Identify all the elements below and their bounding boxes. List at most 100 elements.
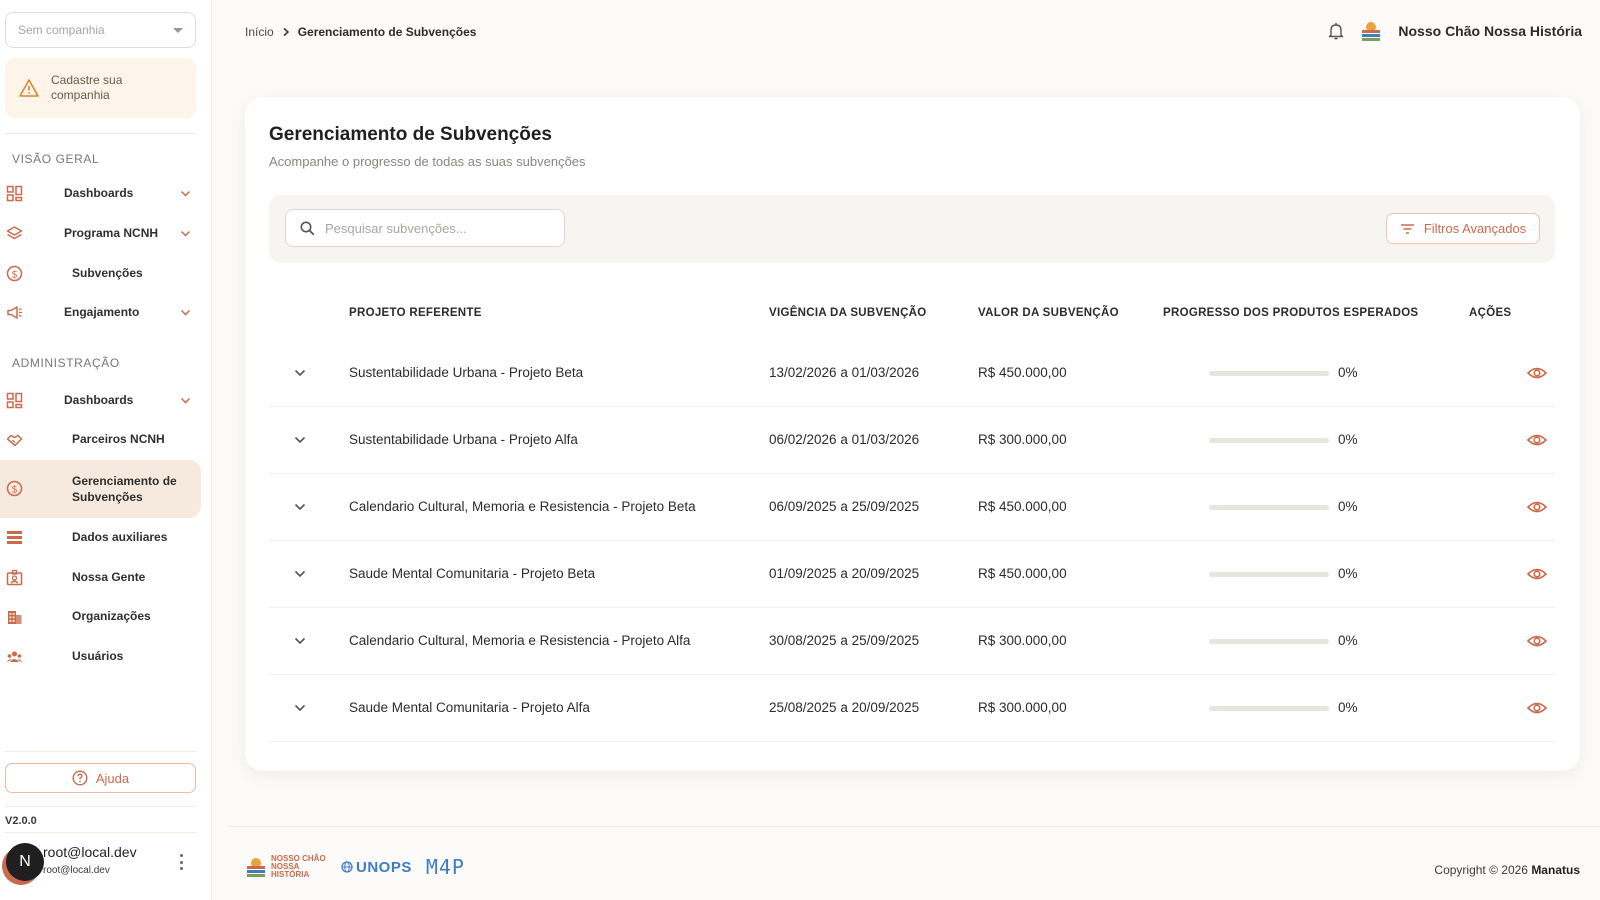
page-title: Gerenciamento de Subvenções <box>269 124 552 145</box>
section-title-admin: ADMINISTRAÇÃO <box>12 356 120 370</box>
divider <box>5 133 196 134</box>
progress-label: 0% <box>1338 432 1358 447</box>
list-icon <box>7 531 22 544</box>
user-profile[interactable]: N root@local.dev root@local.dev <box>5 842 205 890</box>
column-header-validity[interactable]: VIGÊNCIA DA SUBVENÇÃO <box>769 307 927 319</box>
nav-item-dados-auxiliares[interactable]: Dados auxiliares <box>0 520 200 554</box>
cell-project: Saude Mental Comunitaria - Projeto Beta <box>349 566 596 581</box>
search-box[interactable] <box>285 209 565 247</box>
table-row[interactable]: Saude Mental Comunitaria - Projeto Beta 0… <box>269 541 1555 608</box>
advanced-filters-button[interactable]: Filtros Avançados <box>1386 213 1540 244</box>
cell-validity: 13/02/2026 a 01/03/2026 <box>769 365 920 380</box>
cell-value: R$ 300.000,00 <box>978 432 1067 447</box>
id-badge-icon <box>6 569 23 586</box>
progress-bar <box>1209 706 1329 711</box>
nav-item-gerenciamento-subvencoes[interactable]: $ Gerenciamento de Subvenções <box>0 460 201 518</box>
eye-icon[interactable] <box>1527 432 1547 448</box>
chevron-down-icon[interactable] <box>294 637 306 645</box>
column-header-project[interactable]: PROJETO REFERENTE <box>349 307 482 319</box>
eye-icon[interactable] <box>1527 566 1547 582</box>
users-icon <box>6 651 23 662</box>
eye-icon[interactable] <box>1527 499 1547 515</box>
progress-label: 0% <box>1338 633 1358 648</box>
chevron-down-icon <box>173 27 183 33</box>
eye-icon[interactable] <box>1527 700 1547 716</box>
copyright: Copyright © 2026 Manatus <box>1434 863 1580 877</box>
divider <box>5 806 196 807</box>
bell-icon[interactable] <box>1328 22 1344 40</box>
nav-label: Nossa Gente <box>72 570 146 584</box>
grid-icon <box>6 392 23 409</box>
user-email: root@local.dev <box>43 865 110 876</box>
chevron-down-icon[interactable] <box>294 570 306 578</box>
search-input[interactable] <box>325 220 545 236</box>
progress-bar <box>1209 572 1329 577</box>
filters-label: Filtros Avançados <box>1423 221 1527 236</box>
chevron-right-icon <box>283 27 289 37</box>
chevron-down-icon[interactable] <box>294 704 306 712</box>
table-row[interactable]: Calendario Cultural, Memoria e Resistenc… <box>269 608 1555 675</box>
table-header: PROJETO REFERENTE VIGÊNCIA DA SUBVENÇÃO … <box>245 307 1580 327</box>
progress-label: 0% <box>1338 700 1358 715</box>
nav-item-admin-dashboards[interactable]: Dashboards <box>0 383 200 417</box>
nav-label: Parceiros NCNH <box>72 432 165 446</box>
cell-project: Sustentabilidade Urbana - Projeto Alfa <box>349 432 578 447</box>
cell-value: R$ 450.000,00 <box>978 566 1067 581</box>
nav-item-engajamento[interactable]: Engajamento <box>0 295 200 329</box>
cell-validity: 30/08/2025 a 25/09/2025 <box>769 633 920 648</box>
nav-item-usuarios[interactable]: Usuários <box>0 639 200 673</box>
org-name[interactable]: Nosso Chão Nossa História <box>1398 23 1582 39</box>
version-label: V2.0.0 <box>5 815 37 827</box>
nav-item-dashboards[interactable]: Dashboards <box>0 176 200 210</box>
chevron-down-icon[interactable] <box>294 436 306 444</box>
chevron-down-icon <box>180 397 191 404</box>
company-select-value: Sem companhia <box>18 23 105 37</box>
org-logo-icon[interactable] <box>1360 19 1382 43</box>
nch-logo-icon <box>247 858 265 877</box>
eye-icon[interactable] <box>1527 633 1547 649</box>
partner-logos: NOSSO CHÃO NOSSA HISTÓRIA UNOPS M4P <box>245 855 465 879</box>
nav-item-organizacoes[interactable]: Organizações <box>0 599 200 633</box>
chevron-down-icon[interactable] <box>294 503 306 511</box>
nch-logo-text: NOSSO CHÃO NOSSA HISTÓRIA <box>271 854 326 879</box>
chevron-down-icon[interactable] <box>294 369 306 377</box>
cell-project: Calendario Cultural, Memoria e Resistenc… <box>349 499 696 514</box>
filter-icon <box>1400 223 1414 234</box>
table-row[interactable]: Calendario Cultural, Memoria e Resistenc… <box>269 474 1555 541</box>
table-row[interactable]: Sustentabilidade Urbana - Projeto Beta 13… <box>269 340 1555 407</box>
nav-item-parceiros-ncnh[interactable]: Parceiros NCNH <box>0 422 200 456</box>
sidebar: Sem companhia Cadastre sua companhia VIS… <box>0 0 212 900</box>
more-vertical-icon[interactable] <box>178 854 184 870</box>
column-header-progress[interactable]: PROGRESSO DOS PRODUTOS ESPERADOS <box>1163 307 1418 319</box>
register-company-alert[interactable]: Cadastre sua companhia <box>5 58 196 118</box>
cell-validity: 06/09/2025 a 25/09/2025 <box>769 499 920 514</box>
nch-logo: NOSSO CHÃO NOSSA HISTÓRIA <box>245 855 327 879</box>
nav-label: Dashboards <box>64 393 134 407</box>
globe-icon <box>341 861 353 873</box>
unops-logo: UNOPS <box>341 859 412 876</box>
warning-icon <box>19 79 39 97</box>
cell-validity: 01/09/2025 a 20/09/2025 <box>769 566 920 581</box>
table-row[interactable]: Sustentabilidade Urbana - Projeto Alfa 06… <box>269 407 1555 474</box>
avatar[interactable]: N <box>6 843 44 881</box>
svg-text:$: $ <box>11 269 17 280</box>
nav-item-subvencoes[interactable]: $ Subvenções <box>0 256 200 290</box>
cell-validity: 25/08/2025 a 20/09/2025 <box>769 700 920 715</box>
column-header-value[interactable]: VALOR DA SUBVENÇÃO <box>978 307 1119 319</box>
column-header-actions: AÇÕES <box>1469 307 1512 319</box>
eye-icon[interactable] <box>1527 365 1547 381</box>
chevron-down-icon <box>180 230 191 237</box>
progress-bar <box>1209 371 1329 376</box>
progress-bar <box>1209 438 1329 443</box>
help-button[interactable]: Ajuda <box>5 763 196 793</box>
breadcrumb-home[interactable]: Início <box>245 25 274 39</box>
nav-item-programa-ncnh[interactable]: Programa NCNH <box>0 216 200 250</box>
help-circle-icon <box>72 770 88 786</box>
company-select[interactable]: Sem companhia <box>5 12 196 48</box>
nav-label: Gerenciamento de Subvenções <box>72 474 177 504</box>
nav-item-nossa-gente[interactable]: Nossa Gente <box>0 560 200 594</box>
nav-label: Organizações <box>72 609 151 623</box>
table-row[interactable]: Saude Mental Comunitaria - Projeto Alfa 2… <box>269 675 1555 742</box>
page-subtitle: Acompanhe o progresso de todas as suas s… <box>269 154 586 169</box>
cell-validity: 06/02/2026 a 01/03/2026 <box>769 432 920 447</box>
